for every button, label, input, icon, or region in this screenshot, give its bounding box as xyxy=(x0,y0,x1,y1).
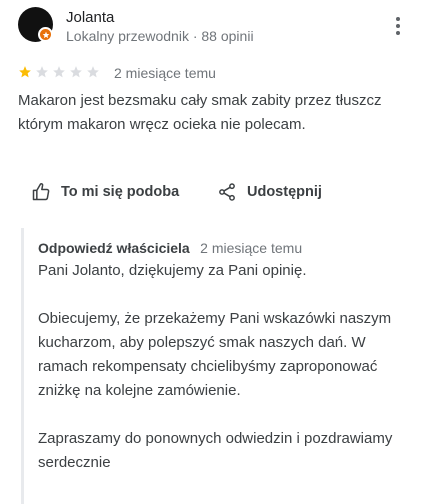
review-card: Jolanta Lokalny przewodnik · 88 opinii 2… xyxy=(0,0,436,504)
share-button[interactable]: Udostępnij xyxy=(217,178,322,206)
thumb-up-icon xyxy=(32,183,50,201)
local-guide-star-icon xyxy=(42,31,49,38)
owner-reply-date: 2 miesiące temu xyxy=(200,240,303,256)
avatar[interactable] xyxy=(18,7,53,42)
like-button[interactable]: To mi się podoba xyxy=(31,178,179,206)
reviewer-name[interactable]: Jolanta xyxy=(66,9,114,27)
owner-reply-paragraph: Obiecujemy, że przekażemy Pani wskazówki… xyxy=(38,310,392,399)
owner-reply-header: Odpowiedź właściciela 2 miesiące temu xyxy=(38,238,302,259)
more-vert-icon xyxy=(396,17,400,21)
review-text: Makaron jest bezsmaku cały smak zabity p… xyxy=(18,92,382,133)
star-filled-icon xyxy=(19,66,31,78)
local-guide-badge xyxy=(38,27,53,42)
owner-reply-paragraph: Zapraszamy do ponownych odwiedzin i pozd… xyxy=(38,430,393,471)
star-empty-icon xyxy=(70,66,82,78)
review-date: 2 miesiące temu xyxy=(114,65,216,81)
owner-reply-text: Pani Jolanto, dziękujemy za Pani opinię.… xyxy=(38,259,410,475)
owner-reply: Odpowiedź właściciela 2 miesiące temu Pa… xyxy=(21,228,424,504)
share-label: Udostępnij xyxy=(247,184,322,200)
owner-reply-paragraph: Pani Jolanto, dziękujemy za Pani opinię. xyxy=(38,262,307,279)
like-label: To mi się podoba xyxy=(61,184,180,200)
star-empty-icon xyxy=(36,66,48,78)
star-empty-icon xyxy=(53,66,65,78)
share-icon xyxy=(219,183,235,201)
star-rating xyxy=(18,65,100,79)
star-empty-icon xyxy=(87,66,99,78)
more-options-button[interactable] xyxy=(386,12,410,40)
owner-reply-label: Odpowiedź właściciela xyxy=(38,240,190,256)
reviewer-meta: Lokalny przewodnik · 88 opinii xyxy=(66,28,254,44)
